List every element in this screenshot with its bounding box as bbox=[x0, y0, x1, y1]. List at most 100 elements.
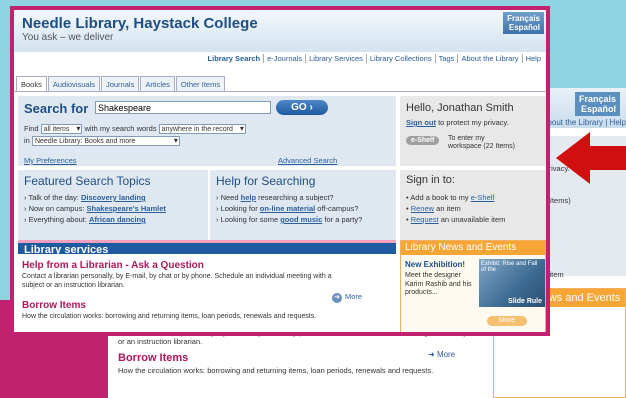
featured-title: Featured Search Topics bbox=[24, 174, 151, 188]
site-title: Needle Library, Haystack College bbox=[22, 15, 258, 32]
ask-librarian-text: Contact a librarian personally, by E-mai… bbox=[22, 273, 332, 289]
site-tagline: You ask – we deliver bbox=[22, 32, 114, 43]
find-row: Find all items with my search words anyw… bbox=[24, 124, 246, 135]
list-item: • Add a book to my e-Shelf bbox=[406, 192, 505, 203]
list-item: › Looking for some good music for a part… bbox=[216, 214, 362, 225]
featured-prefix-2: › Everything about: bbox=[24, 215, 90, 224]
eshelf-button[interactable]: e-Shelf bbox=[406, 136, 440, 145]
tab-books[interactable]: Books bbox=[16, 76, 47, 91]
bg-language-switch: Français Español bbox=[574, 92, 620, 116]
go-button[interactable]: GO › bbox=[276, 100, 328, 115]
more-link[interactable]: More bbox=[332, 292, 362, 303]
signin-suffix-1: an item bbox=[434, 204, 461, 213]
list-item: › Need help researching a subject? bbox=[216, 192, 362, 203]
news-text: Meet the designer Karim Rashib and his p… bbox=[405, 272, 472, 296]
tab-audiovisuals[interactable]: Audiovisuals bbox=[47, 76, 100, 91]
advanced-search-link[interactable]: Advanced Search bbox=[278, 156, 337, 165]
list-item: › Looking for on-line material off-campu… bbox=[216, 203, 362, 214]
request-link[interactable]: Request bbox=[411, 215, 439, 224]
news-subtitle[interactable]: New Exhibition! bbox=[405, 260, 465, 269]
red-arrow-icon bbox=[556, 132, 626, 184]
search-input[interactable] bbox=[95, 101, 271, 114]
tab-other-items[interactable]: Other Items bbox=[175, 76, 226, 91]
exhibition-image-title: Slide Rule bbox=[508, 298, 542, 305]
search-words-label: with my search words bbox=[84, 124, 157, 133]
tab-journals[interactable]: Journals bbox=[100, 76, 140, 91]
help-prefix-1: › Looking for bbox=[216, 204, 260, 213]
featured-prefix-0: › Talk of the day: bbox=[24, 193, 81, 202]
help-suffix-2: for a party? bbox=[322, 215, 363, 224]
signin-suffix-2: an unavailable item bbox=[438, 215, 506, 224]
list-item: › Everything about: African dancing bbox=[24, 214, 166, 225]
exhibition-caption: Exhibit: Rise and Fall of the bbox=[481, 261, 538, 273]
bg-nav-about: About the Library bbox=[542, 118, 604, 127]
featured-link-hamlet[interactable]: Shakespeare's Hamlet bbox=[87, 204, 166, 213]
signin-eshelf-link[interactable]: e-Shelf bbox=[471, 193, 495, 202]
featured-link-dancing[interactable]: African dancing bbox=[89, 215, 146, 224]
online-material-link[interactable]: on-line material bbox=[260, 204, 315, 213]
more-label: More bbox=[345, 292, 363, 301]
signin-panel: Sign in to: • Add a book to my e-Shelf •… bbox=[400, 170, 546, 246]
nav-library-services[interactable]: Library Services bbox=[305, 53, 366, 63]
scope-row: in Needle Library: Books and more bbox=[24, 136, 180, 147]
help-searching-panel: Help for Searching › Need help researchi… bbox=[210, 170, 396, 246]
signin-list: • Add a book to my e-Shelf • Renew an it… bbox=[406, 192, 505, 225]
signin-prefix-0: • Add a book to my bbox=[406, 193, 471, 202]
search-title: Search for bbox=[24, 101, 89, 116]
user-panel: Hello, Jonathan Smith Sign out to protec… bbox=[400, 96, 546, 166]
featured-topics-panel: Featured Search Topics › Talk of the day… bbox=[18, 170, 208, 246]
bg-more-label: More bbox=[436, 350, 456, 359]
nav-library-collections[interactable]: Library Collections bbox=[365, 53, 435, 63]
bg-lang-es: Español bbox=[580, 104, 616, 114]
eshelf-text-1: To enter my bbox=[448, 135, 485, 142]
renew-link[interactable]: Renew bbox=[411, 204, 434, 213]
borrow-items-title[interactable]: Borrow Items bbox=[22, 300, 86, 311]
signout-row: Sign out to protect my privacy. bbox=[406, 118, 509, 127]
bg-nav-help: Help bbox=[609, 118, 626, 127]
go-label: GO bbox=[291, 102, 307, 113]
featured-link-discovery[interactable]: Discovery landing bbox=[81, 193, 146, 202]
nav-tags[interactable]: Tags bbox=[434, 53, 458, 63]
library-services-header: Library services bbox=[18, 240, 396, 256]
list-item: › Talk of the day: Discovery landing bbox=[24, 192, 166, 203]
help-suffix-1: off-campus? bbox=[315, 204, 359, 213]
eshelf-text-2: workspace (22 Items) bbox=[448, 143, 515, 150]
featured-prefix-1: › Now on campus: bbox=[24, 204, 87, 213]
bg-borrow-text: How the circulation works: borrowing and… bbox=[118, 366, 434, 375]
featured-list: › Talk of the day: Discovery landing › N… bbox=[24, 192, 166, 225]
item-type-select[interactable]: all items bbox=[40, 124, 83, 135]
help-suffix-0: researching a subject? bbox=[256, 193, 334, 202]
site-header: Needle Library, Haystack College You ask… bbox=[14, 10, 546, 52]
signout-link[interactable]: Sign out bbox=[406, 118, 436, 127]
list-item: • Renew an item bbox=[406, 203, 505, 214]
scope-select[interactable]: Needle Library: Books and more bbox=[31, 136, 180, 147]
list-item: › Now on campus: Shakespeare's Hamlet bbox=[24, 203, 166, 214]
news-title: Library News and Events bbox=[401, 241, 545, 255]
news-more-button[interactable]: More bbox=[487, 316, 527, 326]
search-field-select[interactable]: anywhere in the record bbox=[158, 124, 246, 135]
good-music-link[interactable]: good music bbox=[280, 215, 322, 224]
news-events-panel: Library News and Events New Exhibition! … bbox=[400, 240, 546, 332]
search-panel: Search for GO › Find all items with my s… bbox=[18, 96, 396, 166]
ask-librarian-title[interactable]: Help from a Librarian - Ask a Question bbox=[22, 260, 204, 271]
eshelf-text: To enter my workspace (22 Items) bbox=[448, 135, 515, 151]
exhibition-image[interactable]: Exhibit: Rise and Fall of the Slide Rule bbox=[479, 259, 545, 307]
library-homepage: Needle Library, Haystack College You ask… bbox=[10, 6, 550, 336]
tab-articles[interactable]: Articles bbox=[140, 76, 175, 91]
find-label: Find bbox=[24, 124, 39, 133]
lang-spanish[interactable]: Español bbox=[507, 23, 540, 32]
borrow-items-text: How the circulation works: borrowing and… bbox=[22, 313, 317, 320]
signin-title: Sign in to: bbox=[406, 174, 455, 186]
in-label: in bbox=[24, 136, 30, 145]
nav-library-search[interactable]: Library Search bbox=[205, 54, 264, 63]
bg-more-link: ➜ More bbox=[428, 350, 456, 359]
my-preferences-link[interactable]: My Preferences bbox=[24, 156, 77, 165]
help-link[interactable]: help bbox=[241, 193, 256, 202]
help-prefix-2: › Looking for some bbox=[216, 215, 281, 224]
nav-about[interactable]: About the Library bbox=[457, 53, 521, 63]
lang-french[interactable]: Français bbox=[507, 14, 540, 23]
nav-ejournals[interactable]: e-Journals bbox=[263, 53, 305, 63]
nav-help[interactable]: Help bbox=[521, 53, 544, 63]
language-switch: Français Español bbox=[503, 12, 544, 34]
user-greeting: Hello, Jonathan Smith bbox=[406, 102, 514, 114]
